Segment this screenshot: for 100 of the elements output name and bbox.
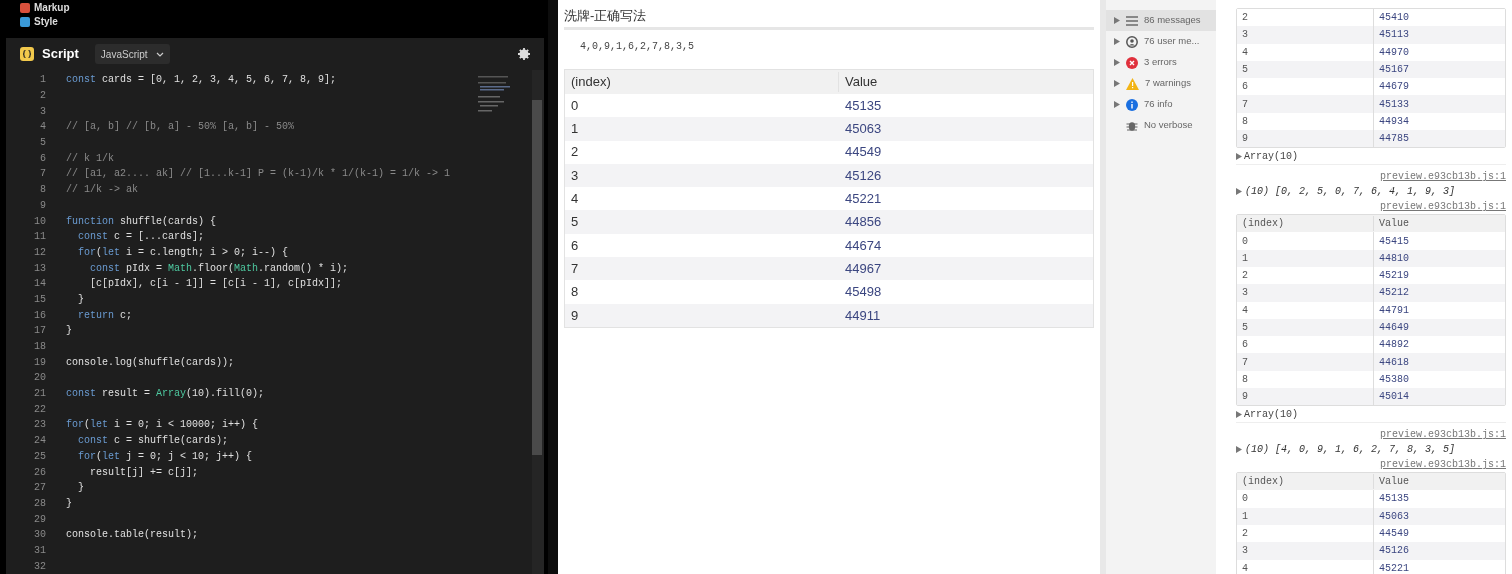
- value-cell-text: 45380: [1378, 372, 1410, 387]
- code-line: const result = Array(10).fill(0);: [66, 387, 265, 402]
- column-header: Value: [1378, 475, 1410, 490]
- source-link[interactable]: preview.e93cb13b.js:1: [1379, 427, 1506, 443]
- line-number: 12: [33, 245, 46, 260]
- source-link[interactable]: preview.e93cb13b.js:1: [1379, 457, 1506, 473]
- code-line: console.log(shuffle(cards));: [66, 355, 235, 370]
- value-cell-text: 44970: [1378, 45, 1410, 60]
- index-cell-text: 9: [570, 306, 580, 325]
- value-cell-text: 44549: [1378, 527, 1410, 542]
- line-number: 7: [39, 167, 46, 182]
- value-cell-text: 44856: [844, 213, 883, 232]
- column-header: (index): [565, 72, 839, 92]
- preview-title: 洗牌-正确写法: [564, 0, 1094, 30]
- line-number: 13: [33, 261, 46, 276]
- source-link[interactable]: preview.e93cb13b.js:1: [1379, 199, 1506, 215]
- value-cell-text: 44618: [1378, 355, 1410, 370]
- code-line: const pIdx = Math.floor(Math.random() * i);: [89, 261, 349, 276]
- value-cell-text: 45219: [1378, 269, 1410, 284]
- value-cell-text: 45126: [844, 166, 883, 185]
- filter-item[interactable]: 86 messages: [1106, 10, 1216, 31]
- value-cell-text: 44785: [1378, 132, 1410, 147]
- index-cell: 9: [1237, 130, 1374, 148]
- code-line: [c[pIdx], c[i - 1]] = [c[i - 1], c[pIdx]];: [89, 277, 343, 292]
- value-cell-text: 45221: [1378, 561, 1410, 574]
- line-number: 22: [33, 402, 46, 417]
- line-number: 8: [39, 183, 46, 198]
- expand-arrow-icon[interactable]: [1236, 188, 1242, 196]
- index-cell: 7: [1237, 353, 1374, 371]
- warning-icon: [1126, 77, 1139, 90]
- line-number: 21: [33, 387, 46, 402]
- chevron-down-icon: [155, 51, 164, 57]
- array-summary[interactable]: Array(10): [1244, 149, 1298, 165]
- line-number: 2: [39, 89, 46, 104]
- panel-label[interactable]: Markup: [34, 0, 70, 15]
- array-summary[interactable]: Array(10): [1244, 407, 1298, 423]
- value-cell-text: 45113: [1378, 28, 1410, 43]
- expand-arrow-icon[interactable]: [1114, 59, 1120, 66]
- index-cell: 1: [1237, 249, 1374, 267]
- settings-icon[interactable]: [518, 48, 530, 60]
- source-link[interactable]: preview.e93cb13b.js:1: [1379, 169, 1506, 185]
- value-cell-text: 45135: [1378, 492, 1410, 507]
- index-cell: 3: [1237, 26, 1374, 44]
- value-cell-text: 44674: [844, 236, 883, 255]
- filter-item[interactable]: 7 warnings: [1106, 73, 1216, 94]
- value-cell-text: 44911: [844, 306, 882, 325]
- code-line: const c = [...cards];: [77, 230, 205, 245]
- expand-arrow-icon[interactable]: [1114, 17, 1120, 24]
- line-number: 3: [39, 104, 46, 119]
- style-icon: [20, 16, 30, 27]
- code-line: console.table(result);: [66, 528, 199, 543]
- scrollbar-thumb[interactable]: [532, 100, 542, 455]
- line-number: 25: [33, 449, 46, 464]
- line-number: 16: [33, 308, 46, 323]
- filter-item[interactable]: No verbose: [1106, 115, 1216, 136]
- expand-arrow-icon[interactable]: [1114, 80, 1120, 87]
- line-number: 27: [33, 481, 46, 496]
- code-line: const cards = [0, 1, 2, 3, 4, 5, 6, 7, 8, 9];: [66, 73, 337, 88]
- index-cell-text: 4: [570, 190, 580, 209]
- expand-arrow-icon[interactable]: [1236, 446, 1242, 454]
- value-cell-text: 44934: [1378, 114, 1410, 129]
- line-number: 10: [33, 214, 46, 229]
- log-message: (10) [0, 2, 5, 0, 7, 6, 4, 1, 9, 3]: [1245, 185, 1456, 200]
- code-line: function shuffle(cards) {: [66, 214, 217, 229]
- code-line: // 1/k -> ak: [66, 183, 138, 198]
- code-line: }: [77, 481, 84, 496]
- index-cell-text: 6: [570, 236, 580, 255]
- index-cell: 7: [1237, 95, 1374, 113]
- line-number: 20: [33, 371, 46, 386]
- language-dropdown[interactable]: JavaScript: [94, 44, 170, 64]
- expand-arrow-icon[interactable]: [1114, 101, 1120, 108]
- column-header: Value: [844, 73, 879, 92]
- markup-icon: [20, 2, 30, 13]
- code-line: // [a1, a2.... ak] // [1...k-1] P = (k-1)/k * 1/(k-1) = 1/k -> 1: [66, 167, 451, 182]
- line-number: 26: [33, 465, 46, 480]
- filter-item[interactable]: 3 errors: [1106, 52, 1216, 73]
- line-number: 29: [33, 512, 46, 527]
- expand-arrow-icon[interactable]: [1236, 153, 1242, 161]
- index-cell: 4: [1237, 559, 1374, 574]
- code-line: return c;: [77, 308, 133, 323]
- expand-arrow-icon[interactable]: [1114, 38, 1120, 45]
- value-cell-text: 44967: [844, 259, 883, 278]
- value-cell-text: 45135: [844, 96, 883, 115]
- expand-arrow-icon[interactable]: [1236, 411, 1242, 419]
- editor-title: Script: [42, 45, 79, 64]
- column-header: Value: [1378, 217, 1410, 232]
- index-cell-text: 0: [570, 96, 580, 115]
- filter-item[interactable]: 76 user me...: [1106, 31, 1216, 52]
- code-line: for(let i = 0; i < 10000; i++) {: [66, 418, 259, 433]
- line-number: 5: [39, 136, 46, 151]
- code-line: }: [77, 292, 84, 307]
- index-cell-text: 7: [570, 259, 580, 278]
- filter-item[interactable]: 76 info: [1106, 94, 1216, 115]
- index-cell: 4: [1237, 301, 1374, 319]
- line-number: 4: [39, 120, 46, 135]
- line-number: 11: [33, 230, 46, 245]
- index-cell: 1: [1237, 507, 1374, 525]
- panel-label[interactable]: Style: [34, 14, 58, 29]
- line-number: 18: [33, 340, 46, 355]
- value-cell-text: 45410: [1378, 11, 1410, 26]
